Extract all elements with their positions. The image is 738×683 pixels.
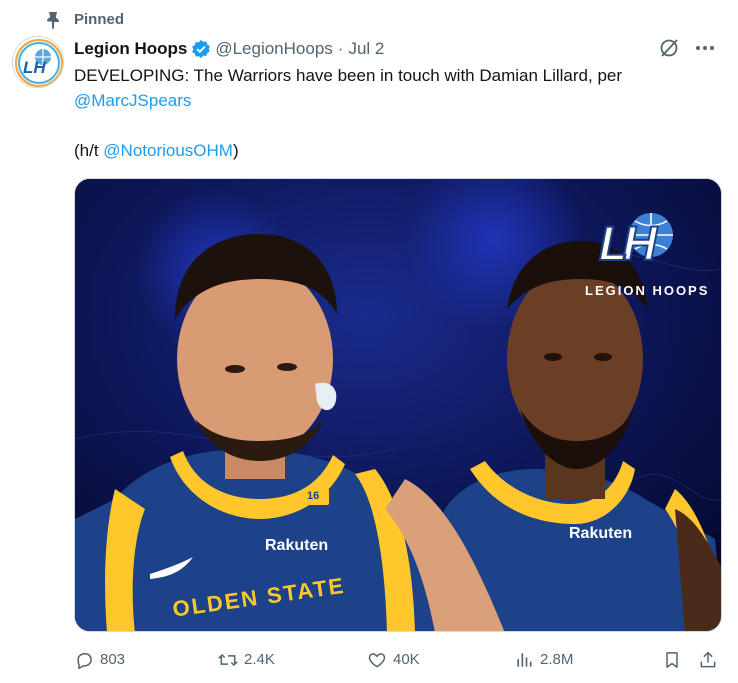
grok-icon[interactable] <box>658 37 680 59</box>
media-brand-logo: LH <box>598 217 658 272</box>
tweet-header: Legion Hoops @LegionHoops · Jul 2 <box>74 37 718 61</box>
jersey-number: 16 <box>307 490 320 502</box>
like-button[interactable]: 40K <box>367 648 420 672</box>
verified-badge-icon[interactable] <box>191 39 211 59</box>
bookmark-button[interactable] <box>662 648 688 672</box>
display-name[interactable]: Legion Hoops <box>74 39 187 59</box>
reply-count: 803 <box>100 651 126 668</box>
legion-hoops-avatar-icon: LH <box>15 39 63 87</box>
like-count: 40K <box>393 651 420 668</box>
jersey-sponsor-left: Rakuten <box>265 537 329 554</box>
tweet-actions-bar: 803 2.4K 40K 2.8M <box>74 648 720 672</box>
share-icon <box>700 651 716 668</box>
share-button[interactable] <box>698 648 724 672</box>
repost-button[interactable]: 2.4K <box>218 648 275 672</box>
tweet-media-image[interactable]: LH LEGION HOOPS Rakuten Rakuten 16 OLDEN… <box>74 178 722 632</box>
reply-icon <box>77 653 92 670</box>
pinned-label: Pinned <box>74 11 125 28</box>
pin-icon <box>47 12 59 30</box>
separator-dot: · <box>337 39 344 58</box>
handle[interactable]: @LegionHoops <box>215 39 332 59</box>
avatar[interactable]: LH <box>12 36 64 88</box>
bookmark-icon <box>666 652 678 668</box>
views-button[interactable]: 2.8M <box>514 648 573 672</box>
tweet-text: DEVELOPING: The Warriors have been in to… <box>74 63 714 163</box>
repost-icon <box>218 653 238 667</box>
svg-text:LH: LH <box>23 58 46 77</box>
media-brand-name: LEGION HOOPS <box>585 283 710 298</box>
tweet-text-line1: DEVELOPING: The Warriors have been in to… <box>74 66 623 85</box>
tweet-date[interactable]: Jul 2 <box>348 39 384 59</box>
heart-icon <box>368 653 386 668</box>
mention-notoriousohm[interactable]: @NotoriousOHM <box>103 141 233 160</box>
ht-suffix: ) <box>232 141 239 160</box>
reply-button[interactable]: 803 <box>74 648 125 672</box>
views-chart-icon <box>517 653 532 667</box>
more-icon[interactable] <box>692 37 718 59</box>
mention-marcjspears[interactable]: @MarcJSpears <box>74 91 191 110</box>
ht-prefix: (h/t <box>74 141 104 160</box>
views-count: 2.8M <box>540 651 574 668</box>
repost-count: 2.4K <box>244 651 275 668</box>
jersey-sponsor-right: Rakuten <box>569 525 633 542</box>
